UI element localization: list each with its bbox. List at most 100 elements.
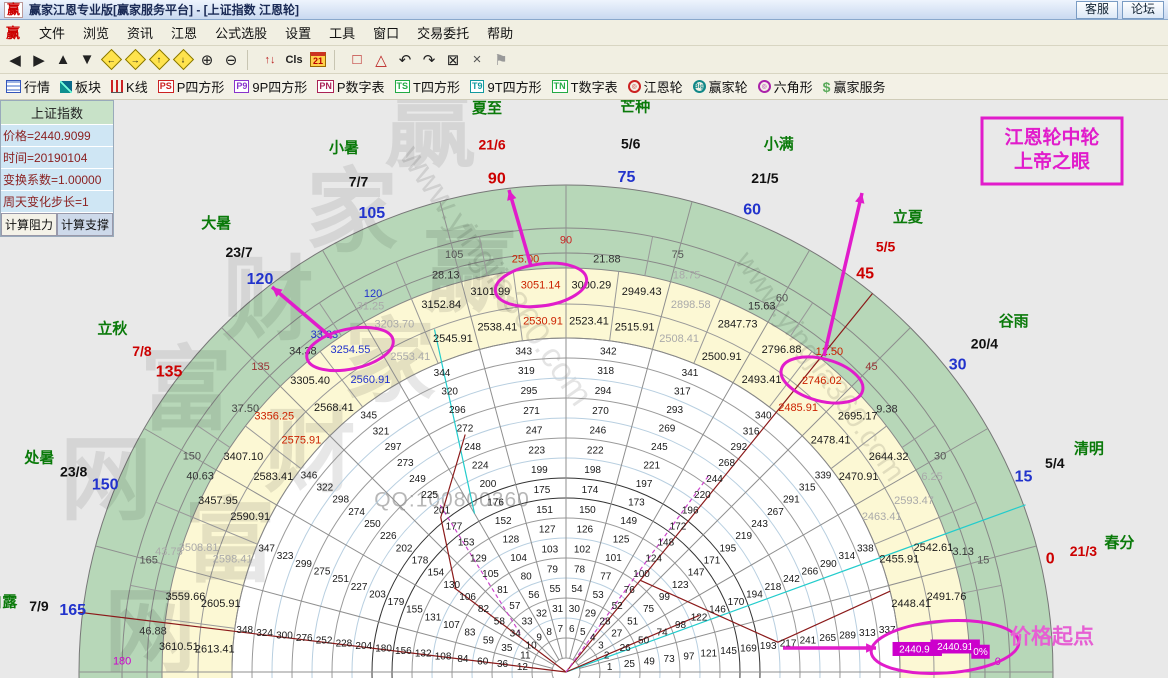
- toolbar-item-sectors[interactable]: 板块: [60, 77, 101, 96]
- inner-price-label: 2485.91: [778, 402, 818, 414]
- spiral-number: 321: [373, 426, 390, 437]
- spiral-number: 320: [441, 387, 458, 398]
- calendar-21-icon[interactable]: 21: [307, 49, 329, 71]
- outer-price-label: 3508.81: [179, 542, 219, 554]
- main-toolbar: ◀▶▲▼←→↑↓⊕⊖↑↓Cls21□△↶↷⊠×⚑: [0, 46, 1168, 74]
- inner-price-label: 2590.91: [230, 511, 270, 523]
- rim-degree-label: 105: [358, 205, 385, 222]
- toolbar-item-gann-wheel[interactable]: ◎江恩轮: [628, 77, 683, 96]
- spiral-number: 102: [574, 545, 591, 556]
- spiral-number: 319: [518, 366, 535, 377]
- diamond-up-icon[interactable]: ↑: [148, 49, 170, 71]
- spiral-number: 293: [666, 405, 683, 416]
- spiral-number: 2: [604, 651, 610, 662]
- rim-date-label: 20/4: [971, 336, 998, 352]
- degree-tick-label: 15: [977, 555, 989, 567]
- box-x-icon[interactable]: ⊠: [442, 49, 464, 71]
- menu-item-文件[interactable]: 文件: [30, 20, 74, 45]
- spiral-number: 170: [728, 597, 745, 608]
- menu-item-设置[interactable]: 设置: [276, 20, 320, 45]
- menu-bar: 赢 文件浏览资讯江恩公式选股设置工具窗口交易委托帮助: [0, 20, 1168, 46]
- degree-tick-label: 165: [140, 555, 158, 567]
- menu-item-交易委托[interactable]: 交易委托: [408, 20, 478, 45]
- spiral-number: 324: [256, 628, 273, 639]
- toolbar-item-p-table[interactable]: PNP数字表: [317, 77, 384, 96]
- spiral-number: 219: [735, 531, 752, 542]
- sep2: [334, 50, 341, 70]
- panel-button-计算支撑[interactable]: 计算支撑: [57, 213, 113, 236]
- outer-price-label: 2949.43: [622, 286, 662, 298]
- inner-price-label: 2515.91: [615, 321, 655, 333]
- diamond-right-icon[interactable]: →: [124, 49, 146, 71]
- spiral-number: 122: [691, 612, 708, 623]
- spiral-number: 251: [332, 574, 349, 585]
- spiral-number: 227: [351, 582, 368, 593]
- zoom-out-icon[interactable]: ⊖: [220, 49, 242, 71]
- gann-wheel-chart[interactable]: 赢赢家家财财富富网网www.yingjia360.comwww.yingjia3…: [0, 100, 1168, 678]
- updown-arrows-icon[interactable]: ↑↓: [259, 49, 281, 71]
- menu-item-公式选股[interactable]: 公式选股: [206, 20, 276, 45]
- spiral-number: 298: [332, 495, 349, 506]
- toolbar-item-9p-square[interactable]: P99P四方形: [234, 77, 307, 96]
- down-icon[interactable]: ▼: [76, 49, 98, 71]
- toolbar-item-winner-wheel[interactable]: Big赢家轮: [693, 77, 748, 96]
- spiral-number: 344: [434, 368, 451, 379]
- spiral-number: 125: [613, 534, 630, 545]
- rim-solar-term-label: 芒种: [620, 100, 650, 116]
- spiral-number: 53: [593, 590, 605, 601]
- spiral-number: 294: [595, 386, 612, 397]
- menu-item-窗口[interactable]: 窗口: [364, 20, 408, 45]
- menu-item-资讯[interactable]: 资讯: [118, 20, 162, 45]
- cls-icon[interactable]: Cls: [283, 49, 305, 71]
- rim-solar-term-label: 小暑: [329, 139, 359, 157]
- toolbar-item-quotes[interactable]: 行情: [6, 77, 50, 96]
- zoom-in-icon[interactable]: ⊕: [196, 49, 218, 71]
- inner-price-label: 2583.41: [253, 471, 293, 483]
- up-icon[interactable]: ▲: [52, 49, 74, 71]
- spiral-number: 204: [355, 641, 372, 652]
- rotate-ccw-icon[interactable]: ↶: [394, 49, 416, 71]
- menu-item-江恩[interactable]: 江恩: [162, 20, 206, 45]
- toolbar-item-t-square[interactable]: TST四方形: [395, 77, 460, 96]
- menu-item-工具[interactable]: 工具: [320, 20, 364, 45]
- forward-icon[interactable]: ▶: [28, 49, 50, 71]
- spiral-number: 121: [700, 649, 717, 660]
- toolbar-item-p-square[interactable]: PSP四方形: [158, 77, 225, 96]
- p-table-icon: PN: [317, 80, 334, 93]
- toolbar-item-kline[interactable]: K线: [111, 77, 148, 96]
- menu-item-浏览[interactable]: 浏览: [74, 20, 118, 45]
- percent-label: 46.88: [139, 626, 167, 638]
- spiral-number: 128: [503, 534, 520, 545]
- spiral-number: 171: [704, 555, 721, 566]
- diamond-left-icon[interactable]: ←: [100, 49, 122, 71]
- spiral-number: 338: [857, 544, 874, 555]
- square-tool-icon[interactable]: □: [346, 49, 368, 71]
- menu-item-帮助[interactable]: 帮助: [478, 20, 522, 45]
- rotate-cw-icon[interactable]: ↷: [418, 49, 440, 71]
- spiral-number: 292: [731, 442, 748, 453]
- crosshair-icon[interactable]: ×: [466, 49, 488, 71]
- titlebar-button-论坛[interactable]: 论坛: [1122, 1, 1164, 19]
- titlebar-button-客服[interactable]: 客服: [1076, 1, 1118, 19]
- pin-icon[interactable]: ⚑: [490, 49, 512, 71]
- spiral-number: 314: [839, 551, 856, 562]
- toolbar-item-hexagon[interactable]: ◎六角形: [758, 77, 813, 96]
- toolbar-item-winner-service[interactable]: $赢家服务: [823, 77, 886, 96]
- panel-button-计算阻力[interactable]: 计算阻力: [1, 213, 57, 236]
- spiral-number: 201: [433, 506, 450, 517]
- triangle-tool-icon[interactable]: △: [370, 49, 392, 71]
- spiral-number: 295: [521, 386, 538, 397]
- toolbar-item-t-table[interactable]: TNT数字表: [552, 77, 618, 96]
- diamond-down-icon[interactable]: ↓: [172, 49, 194, 71]
- spiral-number: 300: [276, 630, 293, 641]
- spiral-number: 155: [406, 605, 423, 616]
- spiral-number: 36: [497, 659, 509, 670]
- spiral-number: 250: [364, 519, 381, 530]
- toolbar-item-9t-square[interactable]: T99T四方形: [470, 77, 542, 96]
- panel-title: 上证指数: [1, 101, 113, 125]
- back-icon[interactable]: ◀: [4, 49, 26, 71]
- spiral-number: 265: [819, 633, 836, 644]
- spiral-number: 74: [657, 628, 669, 639]
- spiral-number: 130: [443, 580, 460, 591]
- spiral-number: 169: [740, 643, 757, 654]
